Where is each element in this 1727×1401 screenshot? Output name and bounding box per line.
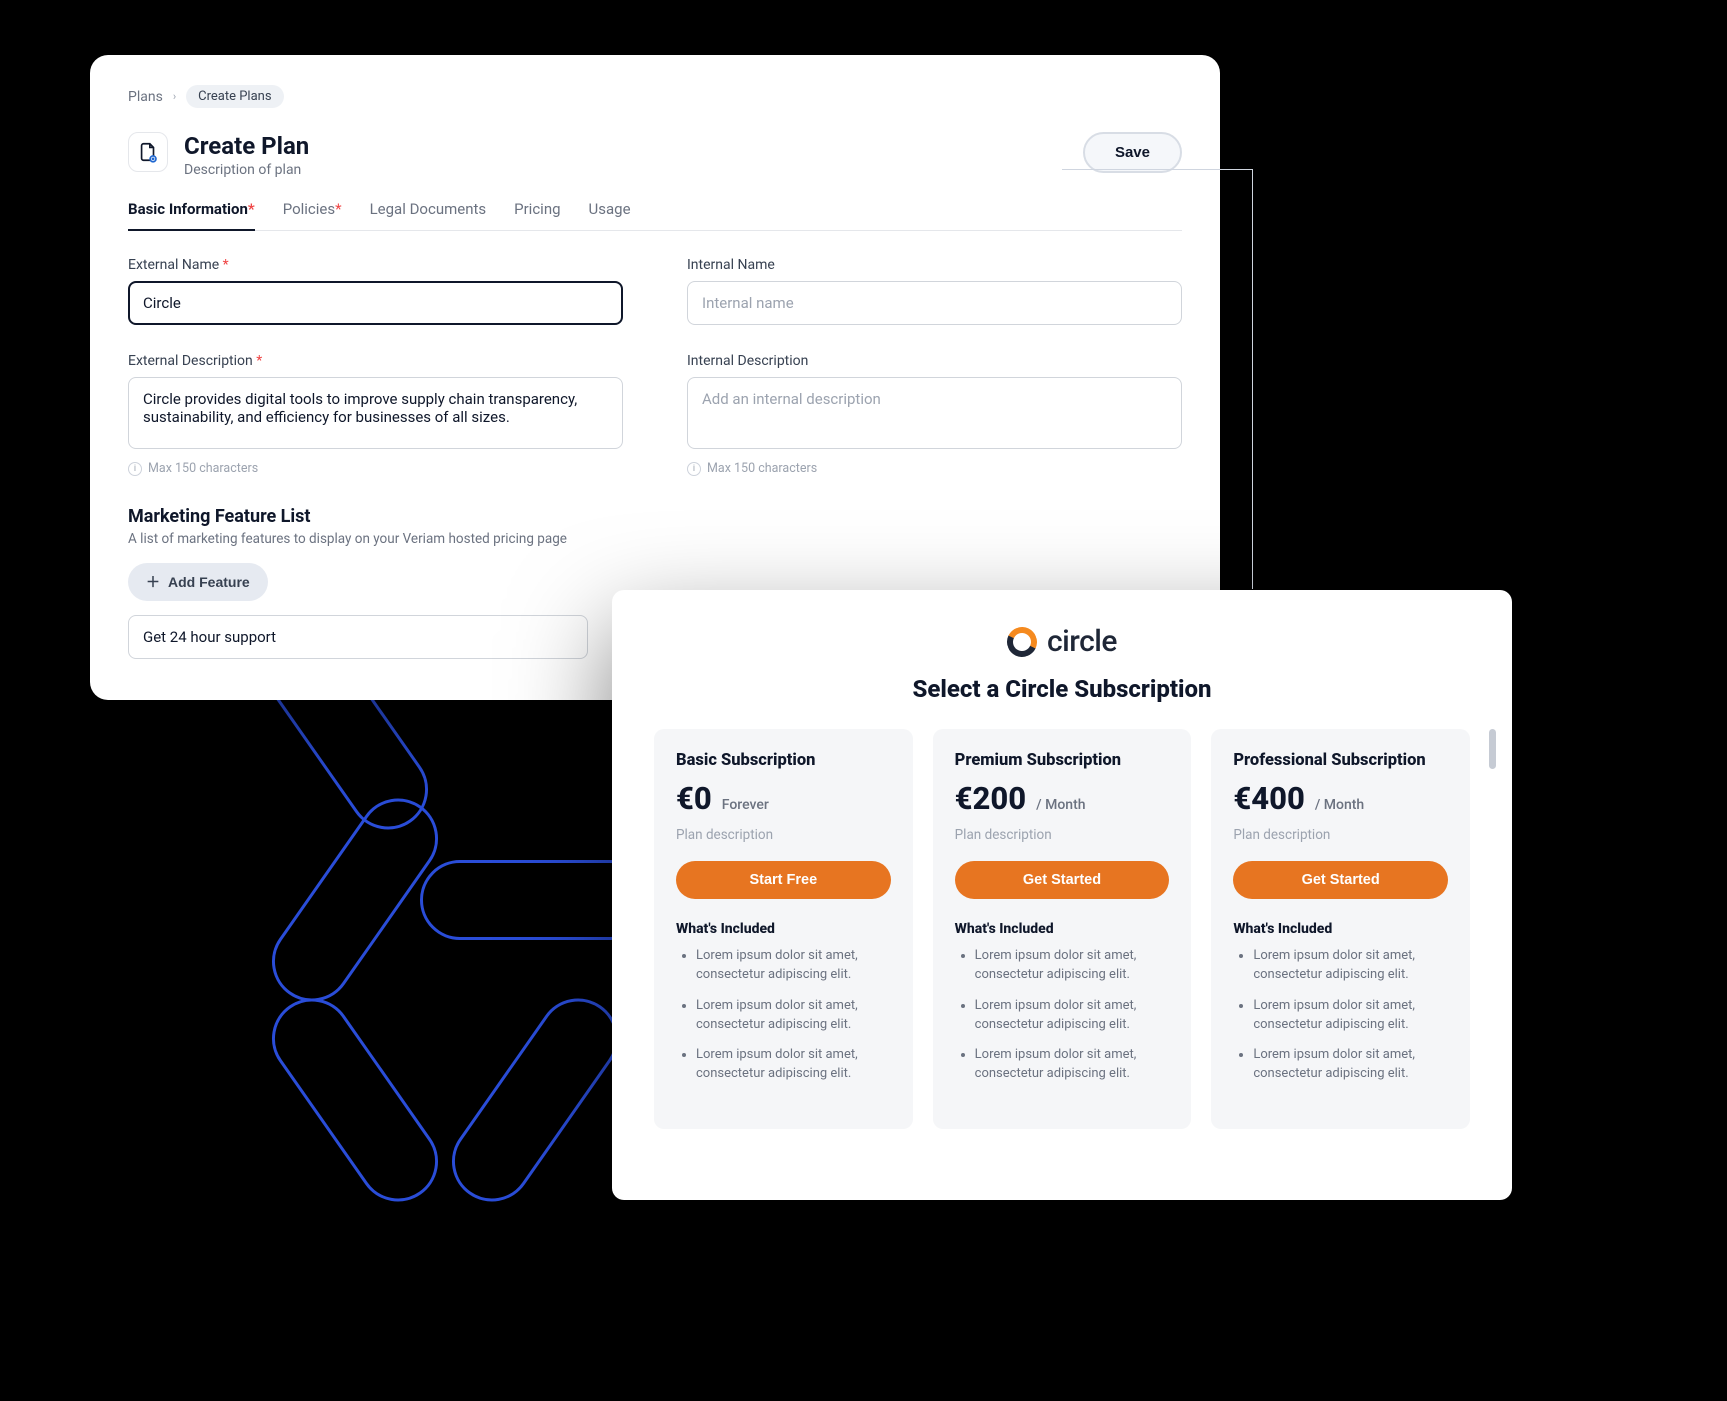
breadcrumb-root[interactable]: Plans: [128, 89, 163, 105]
marketing-section-subtitle: A list of marketing features to display …: [128, 531, 1182, 547]
scrollbar-thumb[interactable]: [1489, 729, 1496, 769]
page-title: Create Plan: [184, 132, 309, 160]
included-heading: What's Included: [955, 921, 1170, 937]
breadcrumb-current: Create Plans: [186, 85, 283, 108]
page-subtitle: Description of plan: [184, 162, 309, 178]
external-description-hint: iMax 150 characters: [128, 461, 623, 476]
feature-item: Lorem ipsum dolor sit amet, consectetur …: [975, 997, 1170, 1035]
feature-list: Lorem ipsum dolor sit amet, consectetur …: [1233, 947, 1448, 1084]
external-description-input[interactable]: Circle provides digital tools to improve…: [128, 377, 623, 449]
internal-description-hint: iMax 150 characters: [687, 461, 1182, 476]
plan-description: Plan description: [676, 827, 891, 843]
plan-period: / Month: [1315, 797, 1364, 813]
feature-item: Lorem ipsum dolor sit amet, consectetur …: [1253, 947, 1448, 985]
internal-name-label: Internal Name: [687, 257, 1182, 273]
plans-row: Basic Subscription €0 Forever Plan descr…: [654, 729, 1470, 1129]
internal-description-input[interactable]: [687, 377, 1182, 449]
included-heading: What's Included: [1233, 921, 1448, 937]
brand-row: circle: [654, 624, 1470, 659]
tab-pricing[interactable]: Pricing: [514, 200, 560, 230]
plan-period: / Month: [1036, 797, 1085, 813]
add-feature-label: Add Feature: [168, 574, 250, 590]
info-icon: i: [128, 462, 142, 476]
marketing-section-title: Marketing Feature List: [128, 506, 1182, 527]
pricing-page-title: Select a Circle Subscription: [654, 675, 1470, 703]
external-name-input[interactable]: [128, 281, 623, 325]
plus-icon: ＋: [146, 572, 160, 592]
breadcrumb: Plans › Create Plans: [128, 85, 1182, 108]
plan-card-professional: Professional Subscription €400 / Month P…: [1211, 729, 1470, 1129]
brand-name: circle: [1047, 624, 1117, 659]
info-icon: i: [687, 462, 701, 476]
internal-name-input[interactable]: [687, 281, 1182, 325]
plan-cta-button[interactable]: Start Free: [676, 861, 891, 899]
plan-name: Professional Subscription: [1233, 751, 1448, 770]
feature-item: Lorem ipsum dolor sit amet, consectetur …: [975, 1046, 1170, 1084]
tab-usage[interactable]: Usage: [589, 200, 631, 230]
external-name-label: External Name *: [128, 257, 623, 273]
feature-row[interactable]: Get 24 hour support: [128, 615, 588, 659]
document-plus-icon: [128, 132, 168, 172]
feature-item: Lorem ipsum dolor sit amet, consectetur …: [1253, 997, 1448, 1035]
external-description-label: External Description *: [128, 353, 623, 369]
decorative-capsule: [256, 983, 453, 1217]
plan-name: Basic Subscription: [676, 751, 891, 770]
circle-logo-icon: [1003, 622, 1041, 660]
plan-cta-button[interactable]: Get Started: [955, 861, 1170, 899]
feature-item: Lorem ipsum dolor sit amet, consectetur …: [975, 947, 1170, 985]
feature-list: Lorem ipsum dolor sit amet, consectetur …: [955, 947, 1170, 1084]
chevron-right-icon: ›: [173, 90, 176, 103]
internal-name-field: Internal Name: [687, 257, 1182, 325]
external-name-field: External Name *: [128, 257, 623, 325]
connector-line: [1252, 169, 1253, 589]
plan-price: €200: [955, 780, 1027, 817]
feature-item: Lorem ipsum dolor sit amet, consectetur …: [696, 1046, 891, 1084]
feature-item: Lorem ipsum dolor sit amet, consectetur …: [696, 947, 891, 985]
internal-description-label: Internal Description: [687, 353, 1182, 369]
plan-price: €400: [1233, 780, 1305, 817]
pricing-preview-panel: circle Select a Circle Subscription Basi…: [612, 590, 1512, 1200]
included-heading: What's Included: [676, 921, 891, 937]
save-button[interactable]: Save: [1083, 132, 1182, 173]
feature-item: Lorem ipsum dolor sit amet, consectetur …: [1253, 1046, 1448, 1084]
plan-card-basic: Basic Subscription €0 Forever Plan descr…: [654, 729, 913, 1129]
plan-price: €0: [676, 780, 712, 817]
external-description-field: External Description * Circle provides d…: [128, 353, 623, 476]
feature-list: Lorem ipsum dolor sit amet, consectetur …: [676, 947, 891, 1084]
plan-name: Premium Subscription: [955, 751, 1170, 770]
plan-cta-button[interactable]: Get Started: [1233, 861, 1448, 899]
decorative-capsule: [436, 983, 633, 1217]
internal-description-field: Internal Description iMax 150 characters: [687, 353, 1182, 476]
add-feature-button[interactable]: ＋ Add Feature: [128, 563, 268, 601]
plan-period: Forever: [722, 797, 769, 813]
connector-line: [1062, 169, 1252, 170]
tabs: Basic Information* Policies* Legal Docum…: [128, 200, 1182, 231]
plan-description: Plan description: [1233, 827, 1448, 843]
tab-legal-documents[interactable]: Legal Documents: [370, 200, 487, 230]
plan-card-premium: Premium Subscription €200 / Month Plan d…: [933, 729, 1192, 1129]
tab-basic-information[interactable]: Basic Information*: [128, 200, 255, 230]
feature-item: Lorem ipsum dolor sit amet, consectetur …: [696, 997, 891, 1035]
tab-policies[interactable]: Policies*: [283, 200, 342, 230]
plan-description: Plan description: [955, 827, 1170, 843]
